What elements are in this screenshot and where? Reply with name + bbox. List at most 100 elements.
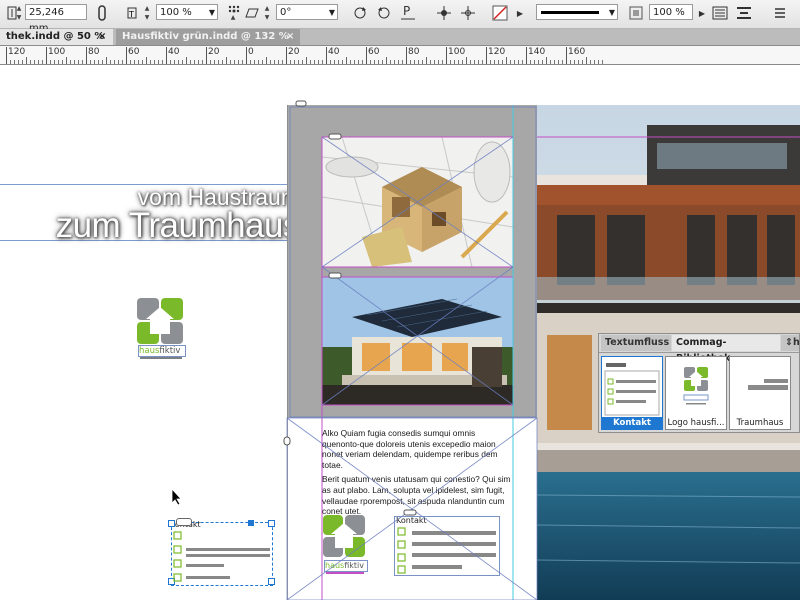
ruler-major-tick [486, 47, 487, 64]
horizontal-ruler[interactable]: 120 100 80 60 40 20 0 20 40 60 80 100 120 140 160 [0, 46, 800, 65]
library-item-traumhaus[interactable]: Traumhaus [729, 356, 791, 430]
ruler-minor-tick [90, 60, 91, 64]
close-icon[interactable]: × [286, 29, 294, 45]
tab-more[interactable]: ⇕h [781, 335, 800, 351]
text-wrap-icon[interactable] [712, 4, 728, 22]
ruler-minor-tick [506, 57, 507, 64]
ruler-minor-tick [214, 60, 215, 64]
tab-commag-bibliothek[interactable]: Commag-Bibliothek [672, 335, 780, 364]
library-item-label: Kontakt [602, 417, 662, 429]
traumhaus-thumbnail-icon [748, 379, 788, 390]
ruler-minor-tick [474, 60, 475, 64]
ruler-minor-tick [434, 60, 435, 64]
ruler-minor-tick [130, 60, 131, 64]
chevron-right-icon[interactable]: ▶ [694, 4, 710, 22]
tab-label: Hausfiktiv grün.indd @ 132 % [122, 31, 289, 42]
chevron-down-icon[interactable]: ▼ [209, 5, 215, 21]
ruler-minor-tick [58, 60, 59, 64]
close-icon[interactable]: × [98, 29, 106, 45]
flip-horizontal-icon[interactable]: P [400, 4, 416, 22]
chevron-down-icon[interactable]: ▼ [609, 5, 615, 21]
ruler-major-tick [6, 47, 7, 64]
ruler-minor-tick [118, 60, 119, 64]
height-stepper[interactable]: ▲ ▼ [14, 4, 24, 22]
opacity-value: 100 % [653, 7, 685, 18]
library-item-kontakt[interactable]: Kontakt [601, 356, 663, 430]
opacity-field[interactable]: 100 % [649, 4, 693, 20]
scale-field[interactable]: 100 % ▼ [156, 4, 218, 20]
select-container-icon[interactable] [436, 4, 452, 22]
ruler-minor-tick [414, 60, 415, 64]
ruler-minor-tick [534, 60, 535, 64]
ruler-minor-tick [66, 57, 67, 64]
scale-y-icon: T [124, 4, 140, 22]
ruler-minor-tick [494, 60, 495, 64]
ruler-minor-tick [574, 60, 575, 64]
library-panel[interactable]: Textumfluss Commag-Bibliothek ⇕h Kontakt… [598, 333, 800, 433]
ruler-label: 40 [168, 47, 180, 57]
ruler-minor-tick [266, 57, 267, 64]
ruler-minor-tick [594, 60, 595, 64]
ruler-minor-tick [74, 60, 75, 64]
ruler-minor-tick [202, 60, 203, 64]
shear-icon [244, 4, 260, 22]
ruler-minor-tick [278, 60, 279, 64]
ruler-minor-tick [374, 60, 375, 64]
options-icon[interactable] [772, 4, 788, 22]
ruler-minor-tick [194, 60, 195, 64]
ruler-label: 140 [528, 47, 546, 57]
document-canvas[interactable]: vom Haustraum zum Traumhaus hausfiktiv K… [0, 65, 800, 600]
ruler-minor-tick [142, 60, 143, 64]
ruler-minor-tick [290, 60, 291, 64]
rotate-ccw-icon[interactable] [376, 4, 392, 22]
ruler-minor-tick [386, 57, 387, 64]
rotate-cw-icon[interactable] [352, 4, 368, 22]
ruler-label: 80 [408, 47, 420, 57]
ruler-minor-tick [18, 60, 19, 64]
ruler-minor-tick [558, 60, 559, 64]
ruler-minor-tick [530, 60, 531, 64]
ruler-minor-tick [498, 60, 499, 64]
ruler-minor-tick [562, 60, 563, 64]
scale-stepper[interactable]: ▲ ▼ [142, 4, 152, 22]
ruler-minor-tick [550, 60, 551, 64]
ruler-label: 80 [88, 47, 100, 57]
fill-swatch-icon[interactable] [492, 4, 508, 22]
angle-field[interactable]: 0° ▼ [276, 4, 338, 20]
ruler-label: 40 [328, 47, 340, 57]
select-content-icon[interactable] [460, 4, 476, 22]
stroke-type-select[interactable]: ▼ [536, 4, 618, 20]
svg-text:P: P [403, 4, 410, 18]
ruler-minor-tick [518, 60, 519, 64]
ruler-minor-tick [54, 60, 55, 64]
tab-textumfluss[interactable]: Textumfluss [601, 335, 671, 351]
library-item-logo[interactable]: Logo hausfi... [665, 356, 727, 430]
ruler-minor-tick [542, 60, 543, 64]
chevron-right-icon[interactable]: ▶ [512, 4, 528, 22]
ruler-minor-tick [210, 60, 211, 64]
ruler-minor-tick [30, 60, 31, 64]
tab-document-2[interactable]: Hausfiktiv grün.indd @ 132 % × [116, 29, 300, 45]
tab-document-1[interactable]: thek.indd @ 50 % × [0, 29, 113, 45]
chevron-down-icon[interactable]: ▼ [329, 5, 335, 21]
library-item-label: Traumhaus [736, 418, 784, 428]
ruler-minor-tick [514, 60, 515, 64]
ruler-minor-tick [158, 60, 159, 64]
ruler-major-tick [206, 47, 207, 64]
height-field[interactable]: 25,246 mm [25, 4, 87, 34]
rotate-stepper[interactable]: ▲ [228, 13, 238, 23]
constrain-proportions-icon[interactable] [94, 4, 110, 22]
ruler-minor-tick [510, 60, 511, 64]
ruler-minor-tick [538, 60, 539, 64]
ruler-minor-tick [182, 60, 183, 64]
align-icon[interactable] [736, 4, 752, 22]
ruler-major-tick [166, 47, 167, 64]
ruler-minor-tick [358, 60, 359, 64]
stroke-preview [541, 11, 599, 14]
ruler-minor-tick [122, 60, 123, 64]
ruler-minor-tick [418, 60, 419, 64]
angle-stepper[interactable]: ▲ ▼ [262, 4, 272, 22]
ruler-minor-tick [50, 60, 51, 64]
ruler-minor-tick [22, 60, 23, 64]
ruler-minor-tick [482, 60, 483, 64]
